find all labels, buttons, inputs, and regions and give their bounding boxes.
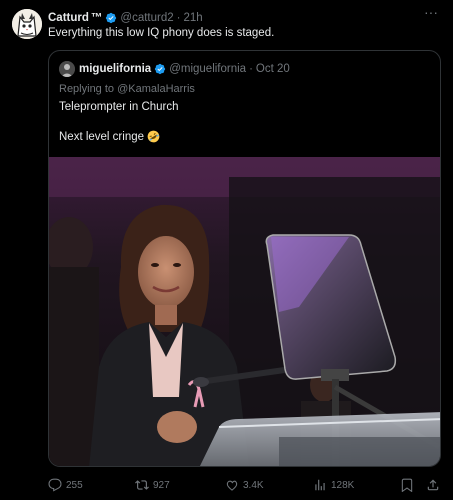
like-count: 3.4K	[243, 479, 264, 491]
quoted-author-avatar[interactable]	[59, 61, 75, 77]
media-image[interactable]	[49, 157, 440, 466]
quoted-separator: ·	[249, 63, 253, 75]
quoted-tweet[interactable]: miguelifornia @miguelifornia · Oct 20 Re…	[48, 50, 441, 467]
more-options-icon[interactable]: ···	[423, 5, 439, 23]
share-button[interactable]	[426, 478, 440, 492]
quoted-header: miguelifornia @miguelifornia · Oct 20	[59, 61, 290, 77]
author-name[interactable]: Catturd	[48, 12, 89, 24]
heart-icon	[226, 480, 238, 491]
repost-count: 927	[153, 479, 170, 491]
author-avatar[interactable]	[12, 9, 42, 39]
quoted-text-line-2: Next level cringe	[59, 130, 145, 143]
reply-count: 255	[66, 479, 83, 491]
verified-badge-icon	[155, 63, 166, 75]
quoted-text-line-1: Teleprompter in Church	[59, 101, 179, 113]
views-chart-icon	[315, 479, 325, 491]
quoted-text-line-2-row: Next level cringe	[59, 130, 160, 143]
repost-button[interactable]: 927	[135, 478, 170, 492]
views-button[interactable]: 128K	[313, 478, 354, 492]
views-count: 128K	[331, 479, 355, 491]
reply-button[interactable]: 255	[48, 478, 83, 492]
header-separator: ·	[176, 12, 181, 24]
replying-to: Replying to @KamalaHarris	[59, 83, 195, 95]
tweet-text: Everything this low IQ phony does is sta…	[48, 27, 275, 39]
author-handle[interactable]: @catturd2	[120, 12, 173, 24]
repost-icon	[135, 480, 149, 490]
tweet-time[interactable]: 21h	[183, 12, 202, 24]
replying-to-label: Replying to	[59, 83, 115, 95]
rolling-laughing-emoji-icon	[147, 130, 160, 143]
cat-avatar-icon	[12, 9, 42, 39]
replying-to-handle[interactable]: @KamalaHarris	[117, 83, 195, 95]
author-tm: ™	[90, 12, 103, 24]
bookmark-button[interactable]	[400, 478, 414, 492]
tweet-actions: 255 927 3.4K 128K	[48, 476, 446, 494]
reply-icon	[48, 478, 62, 492]
quoted-author-handle[interactable]: @miguelifornia	[169, 63, 246, 75]
tweet-header: Catturd ™ @catturd2 · 21h	[48, 10, 439, 26]
quoted-author-name[interactable]: miguelifornia	[79, 63, 151, 75]
person-avatar-icon	[59, 61, 75, 77]
bookmark-icon	[401, 478, 413, 492]
speaker-photo	[49, 157, 440, 466]
verified-badge-icon	[106, 12, 117, 24]
like-button[interactable]: 3.4K	[225, 478, 264, 492]
share-icon	[427, 479, 439, 491]
quoted-date[interactable]: Oct 20	[256, 63, 290, 75]
